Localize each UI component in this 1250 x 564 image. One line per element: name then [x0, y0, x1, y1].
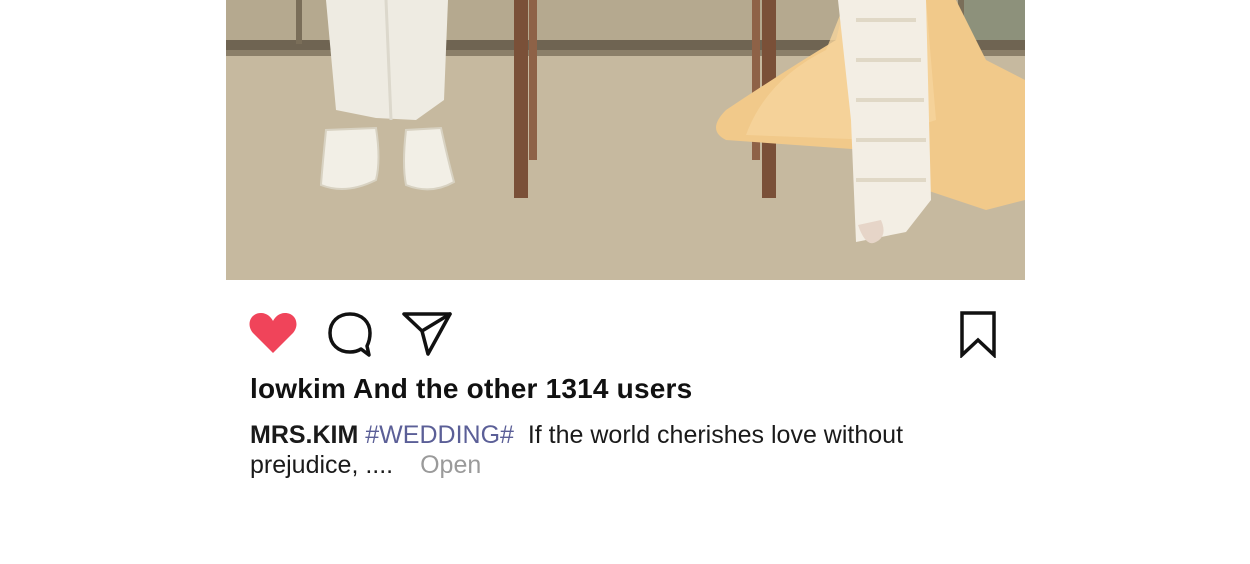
caption-username[interactable]: MRS.KIM [250, 421, 358, 449]
bookmark-icon[interactable] [959, 310, 997, 358]
heart-filled-icon[interactable] [248, 311, 298, 355]
paper-plane-icon[interactable] [402, 311, 452, 357]
caption-open-link[interactable]: Open [420, 451, 481, 479]
post-image-art [226, 0, 1025, 280]
speech-bubble-icon[interactable] [327, 311, 373, 357]
post-card: lowkim And the other 1314 users MRS.KIM … [226, 0, 1025, 564]
action-bar [226, 280, 1025, 370]
likes-summary[interactable]: lowkim And the other 1314 users [250, 373, 692, 405]
caption-hashtag[interactable]: #WEDDING# [365, 421, 514, 449]
post-image[interactable] [226, 0, 1025, 280]
post-caption: MRS.KIM #WEDDING# If the world cherishes… [250, 420, 950, 480]
